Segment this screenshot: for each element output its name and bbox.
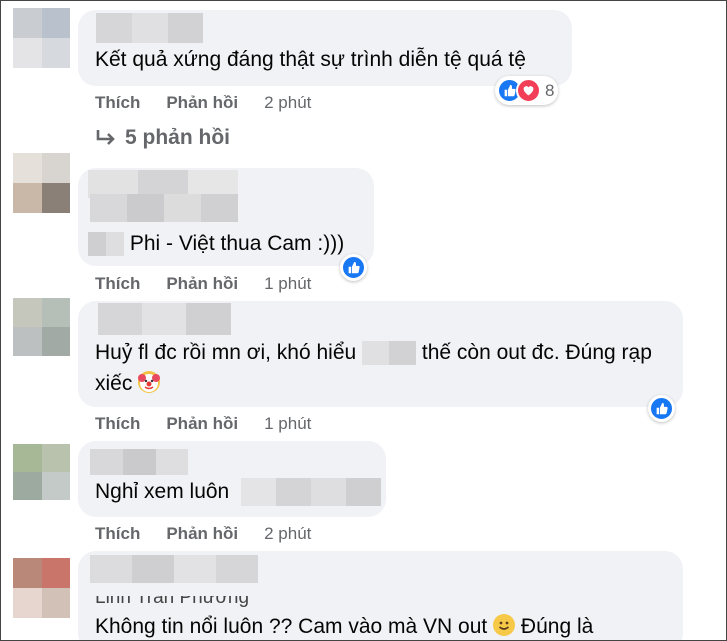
mention-blurred	[362, 341, 417, 366]
comment-actions: Thích Phản hồi 1 phút	[95, 414, 311, 434]
comment-actions: Thích Phản hồi 2 phút	[95, 524, 311, 544]
clown-emoji	[138, 371, 161, 393]
reaction-summary[interactable]	[340, 254, 367, 281]
reply-link[interactable]: Phản hồi	[166, 414, 238, 434]
mention-blurred[interactable]	[241, 478, 382, 507]
comment-text: Nghỉ xem luôn	[95, 478, 382, 507]
avatar[interactable]	[13, 558, 70, 618]
comment-text: Phi - Việt thua Cam :)))	[88, 230, 344, 258]
reaction-summary[interactable]: 8	[495, 76, 559, 105]
smile-emoji	[493, 614, 516, 636]
avatar[interactable]	[13, 444, 70, 500]
reply-arrow-icon	[96, 130, 115, 145]
comment-text: Không tin nổi luôn ?? Cam vào mà VN out …	[95, 614, 594, 638]
avatar[interactable]	[13, 8, 70, 68]
reaction-count: 8	[545, 80, 555, 100]
like-link[interactable]: Thích	[95, 93, 140, 113]
timestamp[interactable]: 1 phút	[264, 414, 311, 434]
reply-link[interactable]: Phản hồi	[166, 274, 238, 294]
mention-blurred[interactable]	[88, 232, 124, 257]
replies-count-label: 5 phản hồi	[125, 126, 230, 149]
like-icon	[649, 396, 674, 421]
like-link[interactable]: Thích	[95, 274, 140, 294]
love-icon	[516, 78, 541, 103]
timestamp[interactable]: 2 phút	[264, 524, 311, 544]
comment-text: xiếc	[95, 370, 161, 398]
avatar[interactable]	[13, 298, 70, 356]
timestamp[interactable]: 1 phút	[264, 274, 311, 294]
like-icon	[341, 255, 366, 280]
comment-text: Kết quả xứng đáng thật sự trình diễn tệ …	[95, 48, 526, 71]
commenter-name-blurred	[90, 194, 238, 222]
reaction-summary[interactable]	[648, 395, 675, 422]
commenter-name-blurred[interactable]	[98, 303, 231, 335]
timestamp[interactable]: 2 phút	[264, 93, 311, 113]
comment-text: Huỷ fl đc rồi mn ơi, khó hiểu thế còn ou…	[95, 341, 652, 366]
reply-link[interactable]: Phản hồi	[166, 524, 238, 544]
commenter-name-blurred[interactable]	[96, 13, 203, 43]
comment-actions: Thích Phản hồi 1 phút	[95, 274, 311, 294]
view-replies-link[interactable]: 5 phản hồi	[95, 126, 230, 150]
like-link[interactable]: Thích	[95, 414, 140, 434]
reply-link[interactable]: Phản hồi	[166, 93, 238, 113]
like-link[interactable]: Thích	[95, 524, 140, 544]
commenter-name-blurred[interactable]	[90, 449, 188, 475]
commenter-name-blurred[interactable]	[90, 555, 258, 583]
comment-actions: Thích Phản hồi 2 phút	[95, 93, 311, 113]
avatar[interactable]	[13, 153, 70, 213]
